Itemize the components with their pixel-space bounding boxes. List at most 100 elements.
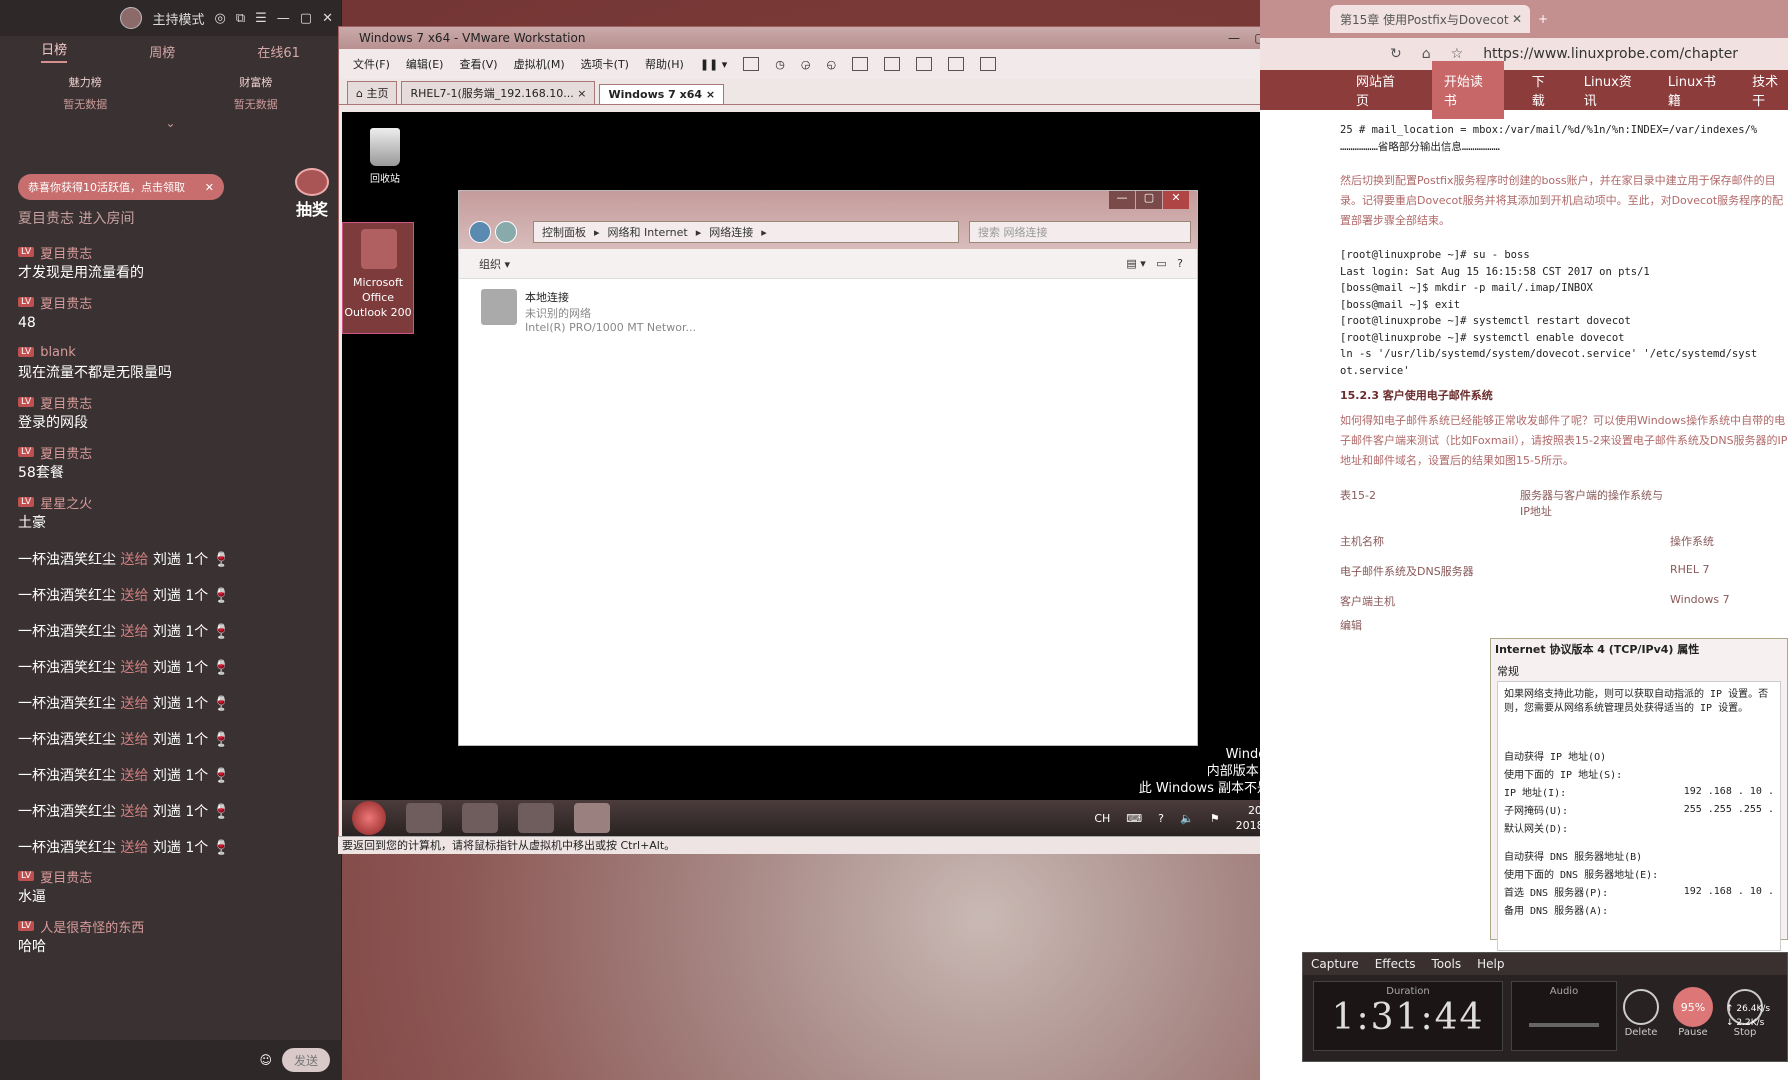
fullscreen-icon[interactable]: [916, 57, 933, 71]
close-icon[interactable]: ✕: [205, 181, 214, 194]
reload-icon[interactable]: ↻: [1390, 46, 1402, 62]
tab-rhel7[interactable]: RHEL7-1(服务端_192.168.10... ×: [401, 81, 596, 104]
sender-name[interactable]: 夏目贵志: [40, 393, 92, 412]
folder-icon[interactable]: [462, 803, 498, 833]
volume-icon[interactable]: 🔈: [1180, 812, 1194, 825]
menu-capture[interactable]: Capture: [1311, 957, 1359, 971]
host-avatar[interactable]: [120, 7, 143, 29]
outlook-icon: [361, 229, 397, 269]
minimize-icon[interactable]: —: [1221, 31, 1247, 45]
minimize-icon[interactable]: —: [1109, 191, 1135, 209]
sender-name[interactable]: 夏目贵志: [40, 293, 92, 312]
close-icon[interactable]: ✕: [322, 11, 333, 26]
menu-edit[interactable]: 编辑(E): [406, 56, 444, 72]
nav-home[interactable]: 网站首页: [1356, 71, 1404, 109]
menu-effects[interactable]: Effects: [1375, 957, 1416, 971]
menu-vm[interactable]: 虚拟机(M): [514, 56, 565, 72]
view-options-icon[interactable]: ▤ ▾ ▭ ?: [1126, 257, 1183, 270]
menu-help[interactable]: Help: [1477, 957, 1504, 971]
sender-name[interactable]: 星星之火: [40, 493, 92, 512]
start-button[interactable]: [352, 801, 386, 835]
menu-help[interactable]: 帮助(H): [645, 56, 684, 72]
sender-name[interactable]: 夏目贵志: [40, 243, 92, 262]
keyboard-icon[interactable]: ⌨: [1126, 812, 1142, 825]
console-icon[interactable]: [980, 57, 997, 71]
pause-icon[interactable]: ❚❚ ▾: [700, 58, 727, 71]
sender-name[interactable]: 夏目贵志: [40, 443, 92, 462]
snapshot-manager-icon[interactable]: ◵: [827, 58, 837, 71]
sender-name[interactable]: 人是很奇怪的东西: [40, 917, 144, 936]
delete-button[interactable]: Delete: [1623, 989, 1659, 1038]
forward-icon[interactable]: [495, 221, 517, 243]
nav-tech[interactable]: 技术干: [1752, 71, 1788, 109]
tab-weekly[interactable]: 周榜: [149, 42, 175, 61]
maximize-icon[interactable]: ▢: [300, 11, 312, 26]
recycle-bin[interactable]: 回收站: [360, 128, 410, 185]
chat-input-bar: ☺ 发送: [0, 1040, 342, 1080]
send-button[interactable]: 发送: [282, 1048, 330, 1072]
outlook-shortcut[interactable]: Microsoft Office Outlook 200: [342, 222, 414, 334]
local-connection-item[interactable]: 本地连接 未识别的网络 Intel(R) PRO/1000 MT Networ.…: [481, 289, 696, 334]
edit-link[interactable]: 编辑: [1340, 617, 1788, 633]
address-bar[interactable]: 控制面板 ▸ 网络和 Internet ▸ 网络连接 ▸: [533, 221, 959, 243]
minimize-icon[interactable]: —: [277, 11, 290, 26]
close-icon[interactable]: ×: [577, 87, 586, 100]
popout-icon[interactable]: ⧉: [236, 11, 245, 26]
menu-file[interactable]: 文件(F): [353, 56, 390, 72]
vmware-titlebar[interactable]: Windows 7 x64 - VMware Workstation —▢✕: [339, 27, 1299, 49]
charm-rank-title[interactable]: 魅力榜: [69, 74, 102, 90]
revert-snapshot-icon[interactable]: ◶: [801, 58, 811, 71]
library-icon[interactable]: [852, 57, 869, 71]
menu-view[interactable]: 查看(V): [459, 56, 497, 72]
wealth-rank-title[interactable]: 财富榜: [239, 74, 272, 90]
network-speed: ↑ 26.4K/s ↓ 2.2K/s: [1726, 1004, 1771, 1028]
tab-home[interactable]: ⌂ 主页: [347, 81, 398, 104]
network-window-task-icon[interactable]: [574, 803, 610, 833]
flag-icon[interactable]: ⚑: [1210, 812, 1220, 825]
media-player-icon[interactable]: [518, 803, 554, 833]
tab-daily[interactable]: 日榜: [41, 39, 68, 63]
chat-titlebar: 主持模式 ◎ ⧉ ☰ — ▢ ✕: [0, 0, 341, 36]
new-tab-icon[interactable]: +: [1538, 12, 1548, 26]
ie-icon[interactable]: [406, 803, 442, 833]
home-icon[interactable]: ⌂: [1422, 46, 1431, 62]
reward-banner[interactable]: 恭喜你获得10活跃值，点击领取 ✕: [18, 174, 224, 200]
back-icon[interactable]: [469, 221, 491, 243]
nav-read[interactable]: 开始读书: [1431, 61, 1504, 119]
pause-button[interactable]: 95% Pause: [1673, 987, 1713, 1038]
thumbnail-icon[interactable]: [884, 57, 901, 71]
audio-slider[interactable]: [1529, 1023, 1599, 1027]
breadcrumb-item[interactable]: 网络和 Internet: [608, 224, 688, 240]
nav-download[interactable]: 下载: [1532, 71, 1556, 109]
chat-message: LV 夏目贵志 48: [18, 292, 328, 336]
close-icon[interactable]: ✕: [1512, 12, 1522, 26]
menu-icon[interactable]: ☰: [255, 11, 267, 26]
ime-indicator[interactable]: CH: [1094, 812, 1110, 825]
close-icon[interactable]: ✕: [1163, 191, 1189, 209]
maximize-icon[interactable]: ▢: [1136, 191, 1162, 209]
help-icon[interactable]: ?: [1158, 812, 1164, 825]
browser-tab[interactable]: 第15章 使用Postfix与Dovecot ✕: [1330, 5, 1530, 33]
menu-tools[interactable]: Tools: [1432, 957, 1462, 971]
sender-name[interactable]: blank: [40, 345, 76, 360]
menu-tabs[interactable]: 选项卡(T): [581, 56, 629, 72]
nav-news[interactable]: Linux资讯: [1584, 71, 1640, 109]
unity-icon[interactable]: [948, 57, 965, 71]
message-text: 48: [18, 315, 36, 331]
emoji-icon[interactable]: ☺: [259, 1053, 272, 1067]
close-icon[interactable]: ×: [706, 88, 715, 101]
settings-icon[interactable]: ◎: [215, 11, 226, 26]
send-keys-icon[interactable]: [743, 57, 760, 71]
nav-books[interactable]: Linux书籍: [1668, 71, 1724, 109]
sender-name[interactable]: 夏目贵志: [40, 867, 92, 886]
chevron-down-icon[interactable]: ⌄: [0, 116, 341, 132]
breadcrumb-item[interactable]: 控制面板: [542, 224, 586, 240]
snapshot-icon[interactable]: ◷: [775, 58, 785, 71]
star-icon[interactable]: ☆: [1451, 46, 1464, 62]
search-input[interactable]: 搜索 网络连接: [969, 221, 1191, 243]
organize-button[interactable]: 组织 ▾: [479, 256, 510, 272]
breadcrumb-item[interactable]: 网络连接: [709, 224, 753, 240]
tab-windows7[interactable]: Windows 7 x64 ×: [599, 84, 725, 104]
url-field[interactable]: https://www.linuxprobe.com/chapter: [1483, 46, 1738, 62]
tab-online[interactable]: 在线61: [257, 42, 300, 61]
